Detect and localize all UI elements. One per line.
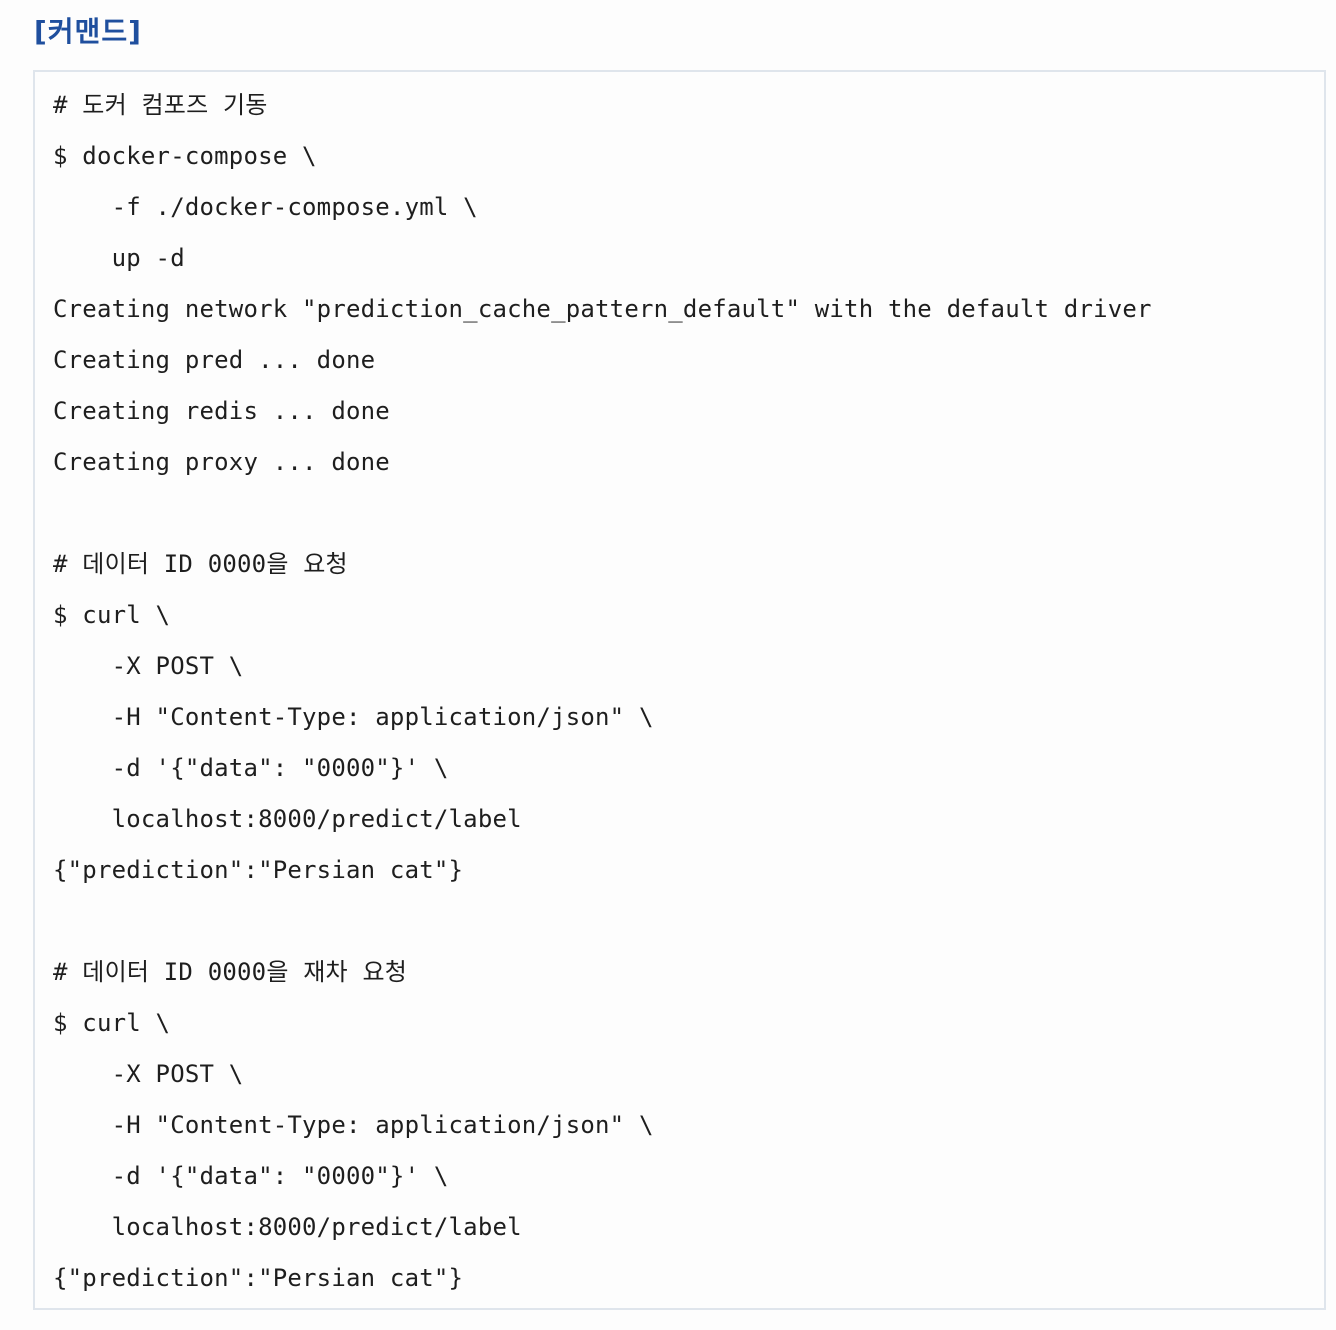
code-line-output: Creating pred ... done — [53, 346, 376, 374]
code-line-output: Creating network "prediction_cache_patte… — [53, 295, 1152, 323]
code-line-option: -H "Content-Type: application/json" \ — [53, 1111, 654, 1139]
code-line-output: {"prediction":"Persian cat"} — [53, 1264, 464, 1292]
code-line-option: -X POST \ — [53, 652, 244, 680]
code-line-output: {"prediction":"Persian cat"} — [53, 856, 464, 884]
code-line-option: localhost:8000/predict/label — [53, 1213, 522, 1241]
code-line-command: $ curl \ — [53, 1009, 171, 1037]
code-line-command: $ curl \ — [53, 601, 171, 629]
code-line-comment: # 데이터 ID 0000을 재차 요청 — [53, 958, 408, 986]
code-line-output: Creating proxy ... done — [53, 448, 390, 476]
code-line-option: -d '{"data": "0000"}' \ — [53, 1162, 449, 1190]
code-line-option: -X POST \ — [53, 1060, 244, 1088]
code-line-output: Creating redis ... done — [53, 397, 390, 425]
code-line-option: -f ./docker-compose.yml \ — [53, 193, 478, 221]
code-line-comment: # 도커 컴포즈 기동 — [53, 91, 268, 119]
code-line-comment: # 데이터 ID 0000을 요청 — [53, 550, 348, 578]
code-line-blank — [53, 492, 1152, 543]
code-line-blank — [53, 900, 1152, 951]
section-heading: [커맨드] — [34, 15, 142, 48]
code-line-option: -H "Content-Type: application/json" \ — [53, 703, 654, 731]
code-line-option: -d '{"data": "0000"}' \ — [53, 754, 449, 782]
code-lines: # 도커 컴포즈 기동 $ docker-compose \ -f ./dock… — [53, 84, 1152, 1308]
code-block: # 도커 컴포즈 기동 $ docker-compose \ -f ./dock… — [33, 70, 1326, 1310]
code-line-command: $ docker-compose \ — [53, 142, 317, 170]
code-line-option: up -d — [53, 244, 185, 272]
code-line-option: localhost:8000/predict/label — [53, 805, 522, 833]
